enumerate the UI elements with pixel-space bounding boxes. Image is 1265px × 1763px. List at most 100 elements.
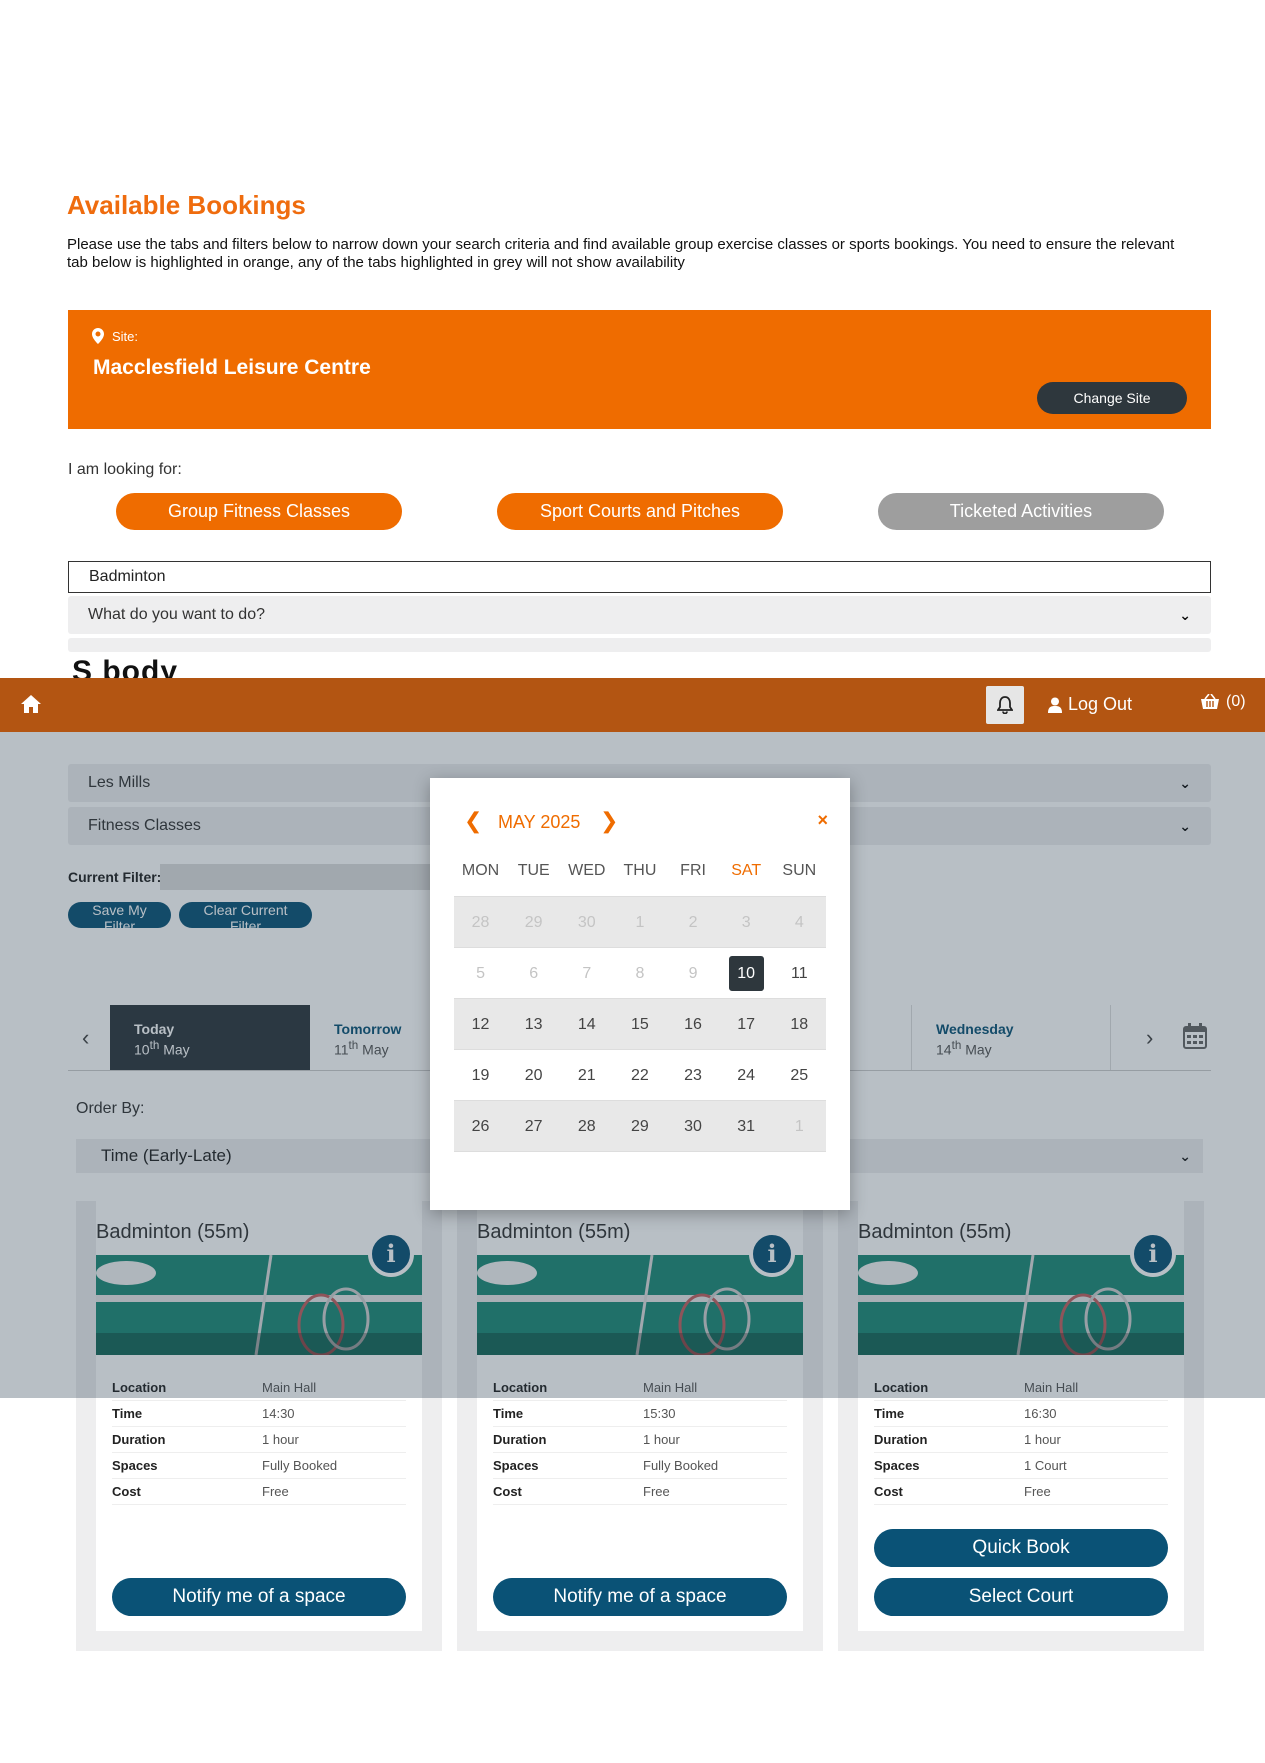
cost-value: Free [643, 1479, 787, 1505]
calendar-day[interactable]: 22 [613, 1050, 666, 1100]
time-label: Time [112, 1401, 262, 1427]
date-picker-header: ❮ MAY 2025 ❯ × [430, 808, 850, 838]
calendar-day: 1 [635, 914, 645, 931]
calendar-day: 6 [529, 965, 539, 982]
spaces-label: Spaces [874, 1453, 1024, 1479]
calendar-week: 28 29 30 1 2 3 4 [454, 897, 826, 948]
basket-icon [1201, 694, 1219, 709]
calendar-day[interactable]: 18 [773, 999, 826, 1049]
date-picker-grid: 28 29 30 1 2 3 4 5 6 7 8 9 10 11 12 13 1… [454, 896, 826, 1152]
calendar-day: 2 [688, 914, 698, 931]
weekday-label: SUN [782, 862, 817, 879]
weekday-label: WED [568, 862, 606, 879]
close-icon[interactable]: × [817, 810, 828, 831]
date-picker-month: MAY 2025 [498, 812, 581, 832]
calendar-day: 29 [524, 914, 543, 931]
what-to-do-dropdown[interactable]: What do you want to do? ⌄ [68, 596, 1211, 634]
calendar-day[interactable]: 25 [773, 1050, 826, 1100]
basket-link[interactable]: (0) [1200, 693, 1246, 711]
cost-value: Free [262, 1479, 406, 1505]
tab-sport-courts-and-pitches[interactable]: Sport Courts and Pitches [497, 493, 783, 530]
calendar-day[interactable]: 13 [507, 999, 560, 1049]
site-panel: Site: Macclesfield Leisure Centre Change… [68, 310, 1211, 429]
calendar-day-selected[interactable]: 10 [720, 948, 773, 998]
top-nav-bar: Log Out (0) [0, 678, 1265, 732]
select-court-button[interactable]: Select Court [874, 1578, 1168, 1616]
calendar-day[interactable]: 29 [613, 1101, 666, 1151]
change-site-button[interactable]: Change Site [1037, 382, 1187, 414]
quick-book-button[interactable]: Quick Book [874, 1529, 1168, 1567]
weekday-label: FRI [680, 862, 706, 879]
calendar-day[interactable]: 28 [560, 1101, 613, 1151]
map-marker-icon [92, 328, 104, 344]
calendar-day[interactable]: 31 [720, 1101, 773, 1151]
calendar-day[interactable]: 12 [454, 999, 507, 1049]
looking-for-label: I am looking for: [68, 461, 182, 478]
calendar-day: 4 [794, 914, 804, 931]
duration-label: Duration [493, 1427, 643, 1453]
notifications-button[interactable] [986, 686, 1024, 724]
weekday-label: SAT [731, 862, 762, 879]
duration-value: 1 hour [262, 1427, 406, 1453]
intro-text: Please use the tabs and filters below to… [67, 236, 1175, 271]
basket-count: (0) [1226, 693, 1246, 710]
cost-label: Cost [874, 1479, 1024, 1505]
time-value: 14:30 [262, 1401, 406, 1427]
calendar-day[interactable]: 17 [720, 999, 773, 1049]
activity-search-input[interactable]: Badminton [68, 561, 1211, 593]
what-to-do-placeholder: What do you want to do? [88, 606, 265, 623]
chevron-down-icon: ⌄ [1179, 607, 1191, 623]
duration-label: Duration [112, 1427, 262, 1453]
calendar-day: 9 [688, 965, 698, 982]
duration-label: Duration [874, 1427, 1024, 1453]
chevron-right-icon[interactable]: ❯ [600, 808, 618, 834]
date-picker-popup: ❮ MAY 2025 ❯ × MON TUE WED THU FRI SAT S… [430, 778, 850, 1210]
calendar-day[interactable]: 23 [667, 1050, 720, 1100]
partial-dropdown[interactable] [68, 638, 1211, 652]
calendar-day: 3 [741, 914, 751, 931]
calendar-day[interactable]: 27 [507, 1101, 560, 1151]
notify-space-button[interactable]: Notify me of a space [112, 1578, 406, 1616]
notify-space-button[interactable]: Notify me of a space [493, 1578, 787, 1616]
calendar-week: 19 20 21 22 23 24 25 [454, 1050, 826, 1101]
calendar-day: 5 [476, 965, 486, 982]
time-label: Time [874, 1401, 1024, 1427]
time-label: Time [493, 1401, 643, 1427]
bell-icon [997, 696, 1013, 714]
spaces-value: 1 Court [1024, 1453, 1168, 1479]
weekday-header: MON TUE WED THU FRI SAT SUN [454, 862, 826, 880]
time-value: 16:30 [1024, 1401, 1168, 1427]
cost-label: Cost [112, 1479, 262, 1505]
chevron-left-icon[interactable]: ❮ [464, 808, 482, 834]
calendar-day[interactable]: 19 [454, 1050, 507, 1100]
site-label: Site: [112, 328, 139, 344]
calendar-day[interactable]: 21 [560, 1050, 613, 1100]
time-value: 15:30 [643, 1401, 787, 1427]
calendar-day[interactable]: 14 [560, 999, 613, 1049]
calendar-week: 26 27 28 29 30 31 1 [454, 1101, 826, 1152]
spaces-value: Fully Booked [262, 1453, 406, 1479]
tab-ticketed-activities[interactable]: Ticketed Activities [878, 493, 1164, 530]
site-label-row: Site: [92, 328, 138, 344]
calendar-day[interactable]: 16 [667, 999, 720, 1049]
calendar-day[interactable]: 30 [667, 1101, 720, 1151]
user-icon [1048, 697, 1062, 713]
calendar-day: 1 [794, 1118, 804, 1135]
spaces-label: Spaces [493, 1453, 643, 1479]
tab-group-fitness-classes[interactable]: Group Fitness Classes [116, 493, 402, 530]
calendar-day[interactable]: 11 [773, 948, 826, 998]
spaces-label: Spaces [112, 1453, 262, 1479]
weekday-label: THU [623, 862, 657, 879]
calendar-day[interactable]: 24 [720, 1050, 773, 1100]
duration-value: 1 hour [1024, 1427, 1168, 1453]
logout-label: Log Out [1068, 694, 1133, 714]
calendar-day[interactable]: 26 [454, 1101, 507, 1151]
logout-link[interactable]: Log Out [1048, 694, 1132, 715]
calendar-week: 12 13 14 15 16 17 18 [454, 999, 826, 1050]
calendar-day[interactable]: 20 [507, 1050, 560, 1100]
calendar-day: 28 [471, 914, 490, 931]
weekday-label: TUE [517, 862, 550, 879]
calendar-day[interactable]: 15 [613, 999, 666, 1049]
home-icon[interactable] [20, 694, 42, 714]
spaces-value: Fully Booked [643, 1453, 787, 1479]
